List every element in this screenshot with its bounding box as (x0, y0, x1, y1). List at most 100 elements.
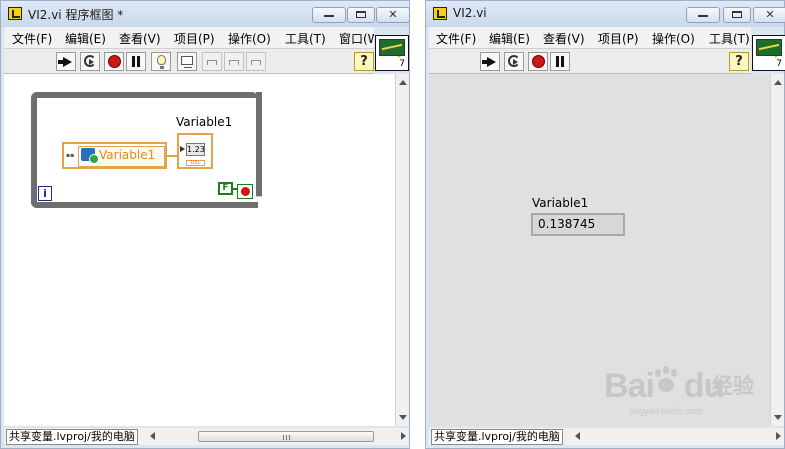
menu-file[interactable]: 文件(F) (12, 30, 52, 47)
menu-tools[interactable]: 工具(T) (285, 30, 326, 47)
step-over-button[interactable] (224, 52, 244, 71)
pause-button[interactable] (550, 52, 570, 71)
menu-operate[interactable]: 操作(O) (652, 30, 695, 47)
menu-project[interactable]: 项目(P) (174, 30, 215, 47)
project-path: 共享变量.lvproj/我的电脑 (431, 429, 563, 445)
maximize-icon (732, 11, 742, 18)
watermark-url: jingyan.baidu.com (630, 406, 703, 416)
indicator-terminal-label[interactable]: Variable1 (176, 115, 232, 129)
minimize-button[interactable] (312, 7, 346, 23)
maximize-icon (356, 11, 366, 18)
input-arrow-icon (180, 146, 185, 152)
scroll-right-icon[interactable] (401, 432, 406, 440)
scroll-down-icon[interactable] (774, 415, 782, 420)
watermark-brand-cn: 经验 (712, 374, 754, 398)
block-diagram-window: VI2.vi 程序框图 * ✕ 文件(F) 编辑(E) 查看(V) 项目(P) … (0, 0, 410, 449)
run-button[interactable] (56, 52, 76, 71)
paw-icon (651, 366, 681, 396)
close-icon: ✕ (765, 8, 775, 21)
pause-icon (556, 56, 559, 67)
scroll-thumb[interactable] (198, 431, 374, 442)
abort-icon (532, 55, 545, 68)
menu-project[interactable]: 项目(P) (598, 30, 639, 47)
false-constant[interactable]: F (218, 182, 233, 195)
labview-app-icon (433, 7, 447, 20)
status-bar: 共享变量.lvproj/我的电脑 (429, 428, 784, 445)
maximize-button[interactable] (723, 7, 751, 23)
pause-button[interactable] (126, 52, 146, 71)
menu-file[interactable]: 文件(F) (436, 30, 476, 47)
scroll-up-icon[interactable] (774, 80, 782, 85)
run-continuously-button[interactable] (504, 52, 524, 71)
minimize-icon (324, 15, 334, 17)
scroll-up-icon[interactable] (399, 80, 407, 85)
horizontal-scrollbar[interactable] (147, 429, 409, 444)
step-out-button[interactable] (246, 52, 266, 71)
close-button[interactable]: ✕ (753, 7, 785, 23)
scroll-left-icon[interactable] (150, 432, 155, 440)
menu-edit[interactable]: 编辑(E) (489, 30, 530, 47)
run-arrow-icon (58, 57, 72, 67)
step-out-icon (251, 60, 261, 65)
run-button[interactable] (480, 52, 500, 71)
probe-icon (181, 56, 193, 68)
menu-edit[interactable]: 编辑(E) (65, 30, 106, 47)
context-help-button[interactable]: ? (729, 52, 749, 71)
menu-window[interactable]: 窗口(W) (339, 30, 374, 47)
menu-tools[interactable]: 工具(T) (709, 30, 750, 47)
error-in-terminal: ▪▪ (66, 152, 75, 159)
vi-screen-icon (756, 39, 782, 56)
pause-icon (132, 56, 135, 67)
vi-icon-number: 7 (399, 59, 405, 69)
iteration-terminal[interactable]: i (38, 186, 52, 201)
title-bar[interactable]: VI2.vi 程序框图 * ✕ (1, 1, 410, 27)
menu-operate[interactable]: 操作(O) (228, 30, 271, 47)
toolbar: ? (4, 49, 374, 74)
run-continuously-icon (508, 55, 520, 67)
vertical-scrollbar[interactable] (395, 74, 409, 426)
vi-screen-icon (379, 39, 405, 56)
menu-view[interactable]: 查看(V) (543, 30, 585, 47)
abort-button[interactable] (104, 52, 124, 71)
step-into-button[interactable] (202, 52, 222, 71)
maximize-button[interactable] (347, 7, 375, 23)
minimize-button[interactable] (686, 7, 720, 23)
menu-bar: 文件(F) 编辑(E) 查看(V) 项目(P) 操作(O) 工具(T) (429, 27, 751, 49)
context-help-button[interactable]: ? (354, 52, 374, 71)
run-arrow-icon (482, 57, 496, 67)
data-wire[interactable] (167, 155, 177, 157)
step-over-icon (229, 60, 239, 65)
vi-connector-icon[interactable]: 7 (375, 35, 409, 71)
scroll-down-icon[interactable] (399, 415, 407, 420)
abort-icon (108, 55, 121, 68)
highlight-execution-button[interactable] (151, 52, 171, 71)
menu-view[interactable]: 查看(V) (119, 30, 161, 47)
abort-button[interactable] (528, 52, 548, 71)
minimize-icon (698, 15, 708, 17)
numeric-indicator[interactable]: 0.138745 (531, 213, 625, 236)
vi-icon-number: 7 (776, 59, 782, 69)
title-bar[interactable]: VI2.vi ✕ (426, 1, 785, 27)
step-into-icon (207, 60, 217, 65)
window-title: VI2.vi 程序框图 * (28, 8, 124, 22)
vertical-scrollbar[interactable] (770, 74, 784, 426)
window-gap (410, 0, 425, 449)
run-continuously-button[interactable] (80, 52, 100, 71)
scroll-right-icon[interactable] (776, 432, 781, 440)
numeric-glyph: 1.23 (186, 143, 205, 156)
window-title: VI2.vi (453, 6, 487, 20)
vi-connector-icon[interactable]: 7 (752, 35, 785, 71)
scroll-left-icon[interactable] (575, 432, 580, 440)
shared-variable-node[interactable]: ▪▪ Variable1 (62, 142, 167, 169)
run-continuously-icon (84, 55, 96, 67)
project-path: 共享变量.lvproj/我的电脑 (6, 429, 138, 445)
horizontal-scrollbar[interactable] (572, 429, 784, 444)
toolbar: ? (429, 49, 751, 74)
retain-wire-values-button[interactable] (177, 52, 197, 71)
numeric-indicator-terminal[interactable]: 1.23 DBL (177, 133, 213, 169)
datatype-badge: DBL (186, 160, 205, 166)
close-button[interactable]: ✕ (376, 7, 410, 23)
loop-condition-terminal[interactable] (237, 184, 253, 199)
shared-variable-label: Variable1 (99, 148, 156, 162)
indicator-label: Variable1 (532, 196, 589, 210)
